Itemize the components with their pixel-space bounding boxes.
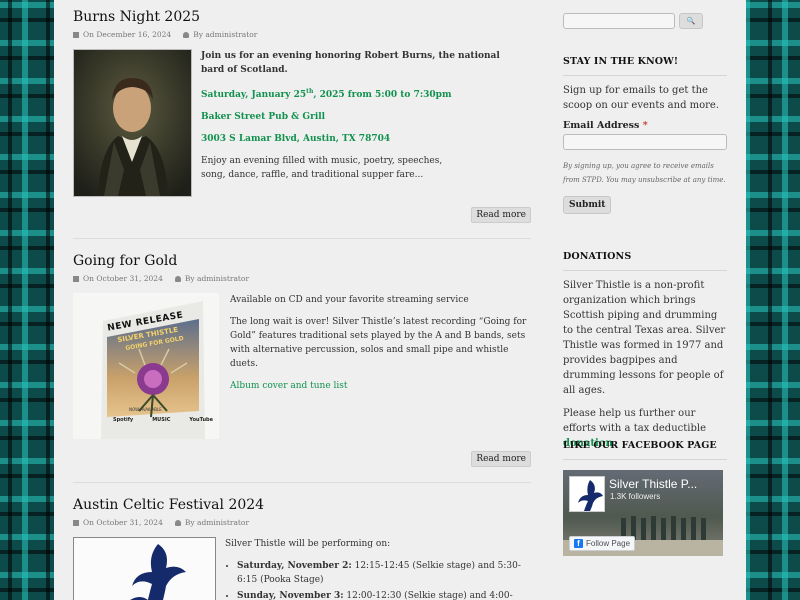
user-icon <box>174 520 181 526</box>
heading-divider <box>563 270 727 271</box>
post-title[interactable]: Burns Night 2025 <box>73 9 531 25</box>
facebook-page-avatar <box>569 476 605 512</box>
post-availability: Available on CD and your favorite stream… <box>230 295 469 305</box>
search-input[interactable] <box>563 13 675 29</box>
email-field[interactable] <box>563 134 727 150</box>
event-datetime: Saturday, January 25th, 2025 from 5:00 t… <box>201 88 452 100</box>
user-icon <box>174 276 181 282</box>
schedule-item: Saturday, November 2: 12:15-12:45 (Selki… <box>237 559 531 587</box>
post-date: On December 16, 2024 <box>73 30 171 39</box>
post-divider <box>73 482 531 483</box>
post-going-for-gold: Going for Gold On October 31, 2024 By ad… <box>73 253 531 473</box>
heading-divider <box>563 459 727 460</box>
thistle-logo-icon <box>130 544 186 600</box>
album-cover-image[interactable]: NEW RELEASE SILVER THISTLE GOING FOR GOL… <box>73 293 219 439</box>
thistle-icon <box>578 480 603 511</box>
post-author: By administrator <box>183 30 257 39</box>
search-form: 🔍 <box>563 13 727 29</box>
facebook-icon: f <box>574 539 583 548</box>
search-icon: 🔍 <box>686 17 696 25</box>
post-title[interactable]: Austin Celtic Festival 2024 <box>73 497 531 513</box>
post-intro: Join us for an evening honoring Robert B… <box>201 51 500 75</box>
apple-music-logo: MUSIC <box>152 417 171 423</box>
calendar-icon <box>73 276 79 282</box>
post-intro: Silver Thistle will be performing on: <box>225 539 391 549</box>
post-meta: On December 16, 2024 By administrator <box>73 30 531 39</box>
post-author: By administrator <box>174 274 249 283</box>
post-excerpt: Enjoy an evening filled with music, poet… <box>201 156 443 180</box>
signup-disclaimer: By signing up, you agree to receive emai… <box>563 162 726 184</box>
performance-schedule: Saturday, November 2: 12:15-12:45 (Selki… <box>225 559 531 600</box>
post-body: Available on CD and your favorite stream… <box>230 293 531 401</box>
post-title[interactable]: Going for Gold <box>73 253 531 269</box>
newsletter-heading: STAY IN THE KNOW! <box>563 56 679 67</box>
album-tune-list-link[interactable]: Album cover and tune list <box>230 379 531 393</box>
user-icon <box>183 32 190 38</box>
post-meta: On October 31, 2024 By administrator <box>73 274 531 283</box>
email-label: Email Address * <box>563 120 648 131</box>
donations-widget: DONATIONS Silver Thistle is a non-profit… <box>563 251 727 451</box>
read-more-button[interactable]: Read more <box>471 207 531 223</box>
calendar-icon <box>73 32 79 38</box>
calendar-icon <box>73 520 79 526</box>
facebook-heading: LIKE OUR FACEBOOK PAGE <box>563 440 717 451</box>
post-burns-night: Burns Night 2025 On December 16, 2024 By… <box>73 9 531 229</box>
event-address: 3003 S Lamar Blvd, Austin, TX 78704 <box>201 134 391 144</box>
post-date: On October 31, 2024 <box>73 274 163 283</box>
post-author: By administrator <box>174 518 249 527</box>
content-wrapper: Burns Night 2025 On December 16, 2024 By… <box>54 0 746 600</box>
post-divider <box>73 238 531 239</box>
post-body: Silver Thistle will be performing on: Sa… <box>225 537 531 600</box>
read-more-button[interactable]: Read more <box>471 451 531 467</box>
robert-burns-portrait[interactable] <box>73 49 192 197</box>
follow-page-button[interactable]: f Follow Page <box>569 536 636 551</box>
streaming-logos: Spotify MUSIC YouTube <box>113 417 213 423</box>
post-date: On October 31, 2024 <box>73 518 163 527</box>
schedule-item: Sunday, November 3: 12:00-12:30 (Selkie … <box>237 589 531 600</box>
cover-now-available: NOW AVAILABLE <box>129 407 162 412</box>
silver-thistle-logo-image[interactable] <box>73 537 216 600</box>
heading-divider <box>563 75 727 76</box>
event-venue: Baker Street Pub & Grill <box>201 112 326 122</box>
facebook-followers: 1.3K followers <box>610 492 661 501</box>
facebook-page-card[interactable]: Silver Thistle P... 1.3K followers f Fol… <box>563 470 723 556</box>
post-description: The long wait is over! Silver Thistle’s … <box>230 317 527 369</box>
search-button[interactable]: 🔍 <box>679 13 703 29</box>
post-meta: On October 31, 2024 By administrator <box>73 518 531 527</box>
portrait-art <box>74 50 191 196</box>
post-austin-celtic-festival: Austin Celtic Festival 2024 On October 3… <box>73 497 531 600</box>
newsletter-text: Sign up for emails to get the scoop on o… <box>563 85 720 111</box>
facebook-widget: LIKE OUR FACEBOOK PAGE Silver Thistle P.… <box>563 440 727 556</box>
donations-text: Silver Thistle is a non-profit organizat… <box>563 280 726 396</box>
post-body: Join us for an evening honoring Robert B… <box>201 49 511 190</box>
submit-button[interactable]: Submit <box>563 196 612 214</box>
youtube-logo: YouTube <box>189 417 213 423</box>
donations-heading: DONATIONS <box>563 251 632 262</box>
newsletter-widget: STAY IN THE KNOW! Sign up for emails to … <box>563 56 727 214</box>
spotify-logo: Spotify <box>113 417 134 423</box>
facebook-page-name[interactable]: Silver Thistle P... <box>609 477 697 491</box>
